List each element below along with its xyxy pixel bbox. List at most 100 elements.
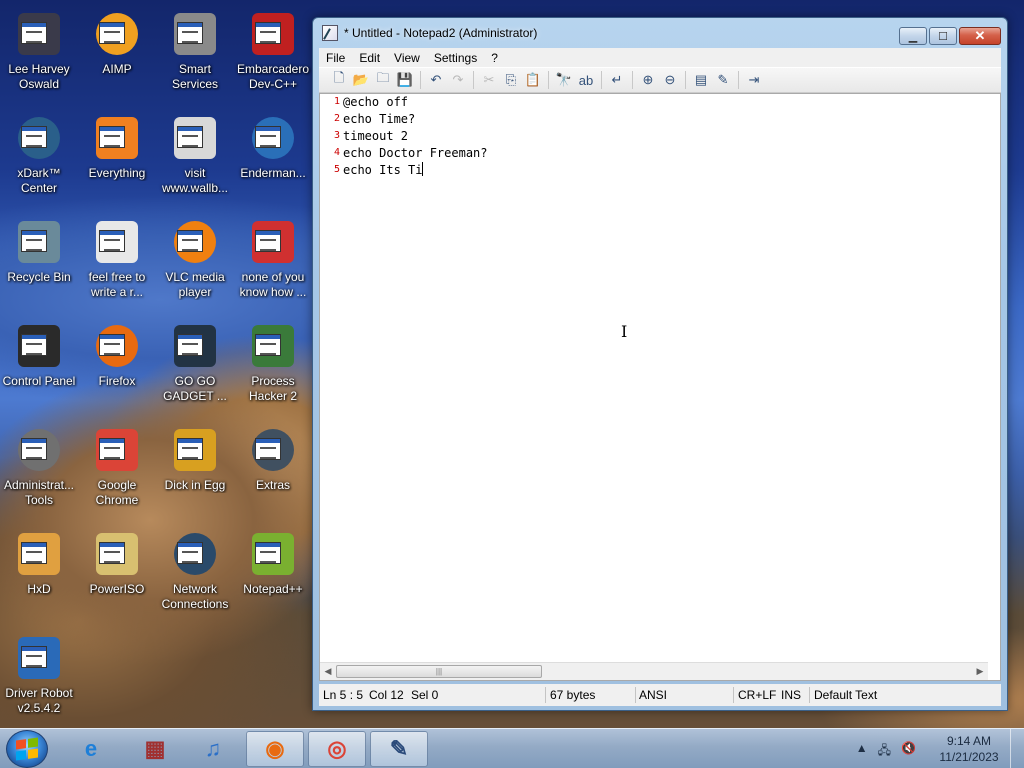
notepad2-window[interactable]: * Untitled - Notepad2 (Administrator) ▁ … (312, 17, 1008, 711)
status-bar: Ln 5 : 5 Col 12 Sel 0 67 bytes ANSI CR+L… (319, 684, 1001, 706)
desktop-icon[interactable]: visit www.wallb... (156, 108, 234, 212)
desktop-icon[interactable]: Driver Robot v2.5.4.2 (0, 628, 78, 732)
status-encoding[interactable]: ANSI (639, 688, 667, 702)
scroll-left-icon[interactable]: ◀ (322, 666, 334, 678)
start-button[interactable] (6, 730, 48, 768)
open-folder-icon[interactable]: 📂 (350, 70, 372, 90)
clock[interactable]: 9:14 AM 11/21/2023 (934, 733, 1004, 765)
horizontal-scrollbar[interactable]: ◀ ||| ▶ (320, 662, 988, 680)
paste-icon[interactable]: 📋 (522, 70, 544, 90)
desktop-icon[interactable]: Administrat... Tools (0, 420, 78, 524)
desktop-icon[interactable]: Google Chrome (78, 420, 156, 524)
network-icon[interactable]: 🖧 (878, 741, 891, 762)
desktop-icon[interactable]: feel free to write a r... (78, 212, 156, 316)
taskbar-button-notepad2[interactable]: ✎ (370, 731, 428, 767)
title-bar[interactable]: * Untitled - Notepad2 (Administrator) ▁ … (313, 18, 1007, 48)
zoom-out-icon[interactable]: ⊖ (659, 70, 681, 90)
desktop-icon[interactable]: AIMP (78, 4, 156, 108)
code-line[interactable]: echo Its Ti (343, 162, 424, 179)
zoom-in-icon[interactable]: ⊕ (637, 70, 659, 90)
menu-help[interactable]: ? (484, 51, 505, 65)
maximize-button[interactable]: ☐ (929, 27, 957, 45)
toolbar-separator (601, 71, 602, 89)
code-line[interactable]: @echo off (343, 94, 408, 111)
undo-icon[interactable]: ↶ (425, 70, 447, 90)
code-line[interactable]: echo Doctor Freeman? (343, 145, 488, 162)
desktop-icon[interactable]: GO GO GADGET ... (156, 316, 234, 420)
desktop-icon-label: feel free to write a r... (88, 270, 146, 299)
line-number: 2 (333, 113, 340, 124)
desktop-icon-label: HxD (27, 582, 51, 596)
notepad2-app-icon[interactable] (322, 25, 338, 41)
desktop-icon[interactable]: PowerISO (78, 524, 156, 628)
desktop-icon-label: Administrat... Tools (3, 478, 75, 507)
desktop-icon[interactable]: Enderman... (234, 108, 312, 212)
taskbar-button-music[interactable]: ♫ (184, 731, 242, 767)
taskbar-button-archive[interactable]: ▦ (126, 731, 184, 767)
code-line[interactable]: echo Time? (343, 111, 415, 128)
desktop-icon[interactable]: Dick in Egg (156, 420, 234, 524)
word-wrap-icon[interactable]: ↵ (606, 70, 628, 90)
desktop-icon[interactable]: Control Panel (0, 316, 78, 420)
desktop-icon[interactable]: Embarcadero Dev-C++ (234, 4, 312, 108)
desktop-icon[interactable]: HxD (0, 524, 78, 628)
desktop-icon[interactable]: Firefox (78, 316, 156, 420)
customize-scheme-icon[interactable]: ✎ (712, 70, 734, 90)
scroll-right-icon[interactable]: ▶ (974, 666, 986, 678)
new-file-icon[interactable]: 🗋 (328, 70, 350, 90)
volume-muted-icon[interactable]: 🔇 (901, 741, 916, 762)
desktop-icon[interactable]: Smart Services (156, 4, 234, 108)
desktop-icon-label: VLC media player (165, 270, 225, 299)
menu-file[interactable]: File (319, 51, 352, 65)
copy-icon[interactable]: ⎘ (500, 70, 522, 90)
save-icon[interactable]: 💾 (394, 70, 416, 90)
cut-icon[interactable]: ✂ (478, 70, 500, 90)
menu-edit[interactable]: Edit (352, 51, 387, 65)
firefox-icon: ◉ (265, 736, 285, 761)
taskbar-button-firefox[interactable]: ◉ (246, 731, 304, 767)
scroll-thumb[interactable]: ||| (336, 665, 542, 678)
scheme-icon[interactable]: ▤ (690, 70, 712, 90)
desktop-icon-label: AIMP (102, 62, 132, 76)
maximize-icon: ☐ (938, 30, 948, 43)
menu-settings[interactable]: Settings (427, 51, 484, 65)
find-icon[interactable]: 🔭 (553, 70, 575, 90)
exit-icon[interactable]: ⇥ (743, 70, 765, 90)
status-mode: INS (781, 688, 802, 702)
menu-view[interactable]: View (387, 51, 427, 65)
desktop-icon[interactable]: Extras (234, 420, 312, 524)
desktop-icon[interactable]: xDark™ Center (0, 108, 78, 212)
taskbar-button-ie[interactable]: e (62, 731, 120, 767)
desktop-icon[interactable]: Recycle Bin (0, 212, 78, 316)
status-selection: Sel 0 (411, 688, 439, 702)
toolbar-separator (548, 71, 549, 89)
desktop-icon[interactable]: none of you know how ... (234, 212, 312, 316)
windows-logo-icon (16, 737, 38, 761)
desktop-icon[interactable]: Everything (78, 108, 156, 212)
desktop-icon-label: Notepad++ (243, 582, 303, 596)
text-editor[interactable]: 1 2 3 4 5 @echo off echo Time? timeout 2… (319, 93, 1001, 681)
code-area[interactable]: @echo off echo Time? timeout 2 echo Doct… (343, 94, 988, 662)
code-line[interactable]: timeout 2 (343, 128, 408, 145)
show-desktop-button[interactable] (1010, 729, 1024, 768)
status-line-endings[interactable]: CR+LF (738, 688, 776, 702)
desktop-icon[interactable]: Network Connections (156, 524, 234, 628)
redo-icon[interactable]: ↷ (447, 70, 469, 90)
text-caret (422, 162, 424, 176)
status-scheme[interactable]: Default Text (814, 688, 877, 702)
desktop-icon[interactable]: VLC media player (156, 212, 234, 316)
chrome-icon: ◎ (327, 736, 347, 761)
notepad2-icon: ✎ (389, 736, 409, 761)
show-hidden-icons-icon[interactable]: ▲ (856, 741, 868, 762)
desktop-icon[interactable]: Lee Harvey Oswald (0, 4, 78, 108)
close-button[interactable]: ✕ (959, 27, 1001, 45)
desktop-icon[interactable]: Notepad++ (234, 524, 312, 628)
replace-icon[interactable]: ab (575, 70, 597, 90)
browse-icon[interactable]: 🗀 (372, 70, 394, 90)
taskbar-button-chrome[interactable]: ◎ (308, 731, 366, 767)
desktop-icon-label: GO GO GADGET ... (163, 374, 227, 403)
desktop-icon[interactable]: Process Hacker 2 (234, 316, 312, 420)
desktop-icon-label: Dick in Egg (164, 478, 226, 492)
minimize-button[interactable]: ▁ (899, 27, 927, 45)
toolbar-separator (738, 71, 739, 89)
